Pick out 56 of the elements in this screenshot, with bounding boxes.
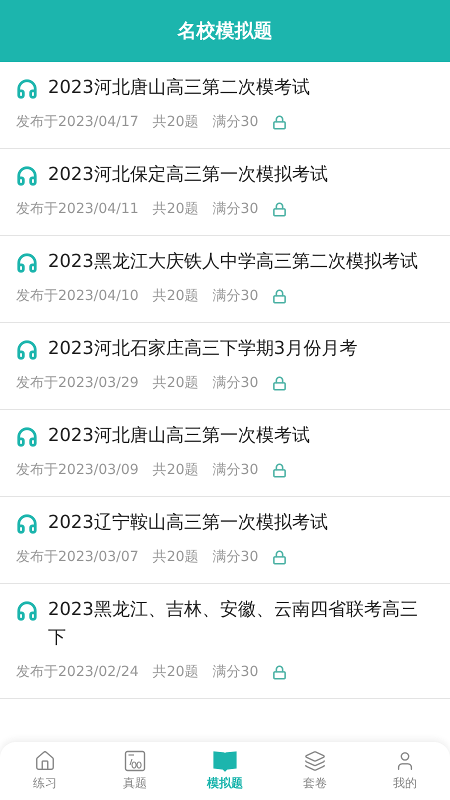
nav-tab-label: 真题	[123, 775, 147, 792]
book-icon	[213, 750, 237, 772]
headphones-icon	[16, 165, 38, 187]
exam-list-item[interactable]: 2023河北唐山高三第一次模考试 发布于2023/03/09 共20题 满分30	[0, 410, 450, 497]
nav-tab-label: 练习	[33, 775, 57, 792]
publish-date: 发布于2023/04/11	[16, 200, 139, 218]
full-score: 满分30	[212, 374, 258, 392]
question-count: 共20题	[152, 287, 199, 305]
question-count: 共20题	[152, 461, 199, 479]
publish-date: 发布于2023/03/29	[16, 374, 139, 392]
question-count: 共20题	[152, 200, 199, 218]
headphones-icon	[16, 513, 38, 535]
exam-title: 2023辽宁鞍山高三第一次模拟考试	[48, 511, 328, 535]
headphones-icon	[16, 339, 38, 361]
exam-title: 2023河北保定高三第一次模拟考试	[48, 163, 328, 187]
exam-list-item[interactable]: 2023河北石家庄高三下学期3月份月考 发布于2023/03/29 共20题 满分30	[0, 323, 450, 410]
question-count: 共20题	[152, 548, 199, 566]
exam-title: 2023河北唐山高三第一次模考试	[48, 424, 310, 448]
question-count: 共20题	[152, 663, 199, 681]
page-title: 名校模拟题	[178, 19, 272, 44]
full-score: 满分30	[212, 548, 258, 566]
nav-tab-label: 套卷	[303, 775, 327, 792]
headphones-icon	[16, 426, 38, 448]
full-score: 满分30	[212, 663, 258, 681]
exam-title: 2023黑龙江大庆铁人中学高三第二次模拟考试	[48, 250, 418, 274]
exam-title: 2023河北唐山高三第二次模考试	[48, 76, 310, 100]
exam-list-item[interactable]: 2023黑龙江大庆铁人中学高三第二次模拟考试 发布于2023/04/10 共20题 满分30	[0, 236, 450, 323]
nav-tab[interactable]: 套卷	[270, 742, 360, 800]
full-score: 满分30	[212, 113, 258, 131]
exam-list-item[interactable]: 2023黑龙江、吉林、安徽、云南四省联考高三下 发布于2023/02/24 共20题 满分30	[0, 584, 450, 699]
publish-date: 发布于2023/03/09	[16, 461, 139, 479]
exam-title: 2023河北石家庄高三下学期3月份月考	[48, 337, 358, 361]
question-count: 共20题	[152, 113, 199, 131]
headphones-icon	[16, 78, 38, 100]
nav-tab[interactable]: 真题	[90, 742, 180, 800]
exam-title: 2023黑龙江、吉林、安徽、云南四省联考高三下	[48, 598, 419, 650]
full-score: 满分30	[212, 287, 258, 305]
layers-icon	[304, 750, 326, 772]
nav-tab-label: 模拟题	[207, 775, 243, 792]
headphones-icon	[16, 252, 38, 274]
home-icon	[34, 750, 56, 772]
headphones-icon	[16, 600, 38, 622]
exam-list-item[interactable]: 2023河北保定高三第一次模拟考试 发布于2023/04/11 共20题 满分30	[0, 149, 450, 236]
publish-date: 发布于2023/04/10	[16, 287, 139, 305]
nav-tab[interactable]: 我的	[360, 742, 450, 800]
score-sheet-icon	[124, 750, 146, 772]
full-score: 满分30	[212, 200, 258, 218]
exam-list-item[interactable]: 2023河北唐山高三第二次模考试 发布于2023/04/17 共20题 满分30	[0, 62, 450, 149]
exam-list-item[interactable]: 2023辽宁鞍山高三第一次模拟考试 发布于2023/03/07 共20题 满分30	[0, 497, 450, 584]
publish-date: 发布于2023/02/24	[16, 663, 139, 681]
full-score: 满分30	[212, 461, 258, 479]
publish-date: 发布于2023/04/17	[16, 113, 139, 131]
nav-tab-label: 我的	[393, 775, 417, 792]
nav-tab[interactable]: 练习	[0, 742, 90, 800]
question-count: 共20题	[152, 374, 199, 392]
publish-date: 发布于2023/03/07	[16, 548, 139, 566]
